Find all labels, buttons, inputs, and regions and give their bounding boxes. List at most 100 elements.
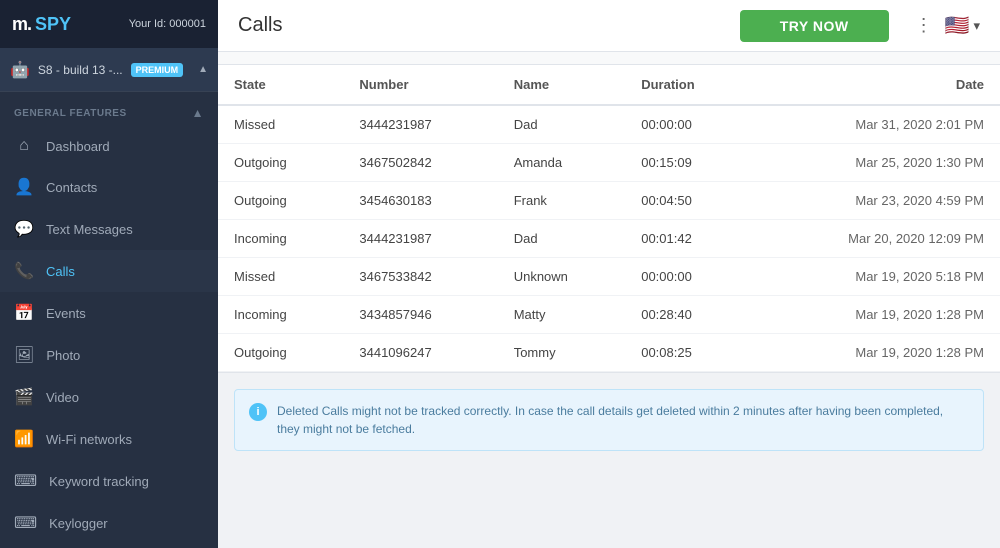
nav-items: ⌂ Dashboard 👤 Contacts 💬 Text Messages 📞… [0,126,218,548]
sidebar-item-video[interactable]: 🎬 Video [0,376,218,418]
sidebar: m. SPY Your Id: 000001 🤖 S8 - build 13 -… [0,0,218,548]
device-name: S8 - build 13 -... [38,63,123,77]
cell-state: Outgoing [218,144,343,182]
keylogger-icon: ⌨ [14,513,37,533]
table-row: Outgoing 3454630183 Frank 00:04:50 Mar 2… [218,182,1000,220]
cell-date: Mar 19, 2020 5:18 PM [752,258,1000,296]
events-icon: 📅 [14,303,34,323]
contacts-icon: 👤 [14,177,34,197]
info-text: Deleted Calls might not be tracked corre… [277,402,969,438]
top-bar: Calls TRY NOW ⋮ 🇺🇸 ▾ [218,0,1000,52]
sidebar-item-wifi-networks[interactable]: 📶 Wi-Fi networks [0,418,218,460]
col-duration: Duration [625,65,751,105]
sidebar-item-label: Wi-Fi networks [46,432,132,447]
cell-name: Tommy [498,334,626,372]
sidebar-item-contacts[interactable]: 👤 Contacts [0,166,218,208]
general-features-label: GENERAL FEATURES [14,108,127,119]
cell-name: Dad [498,220,626,258]
sidebar-item-label: Text Messages [46,222,133,237]
general-features-section: GENERAL FEATURES ▲ [0,92,218,126]
cell-state: Missed [218,105,343,144]
cell-number: 3454630183 [343,182,497,220]
page-title: Calls [238,14,282,37]
sidebar-header: m. SPY Your Id: 000001 [0,0,218,48]
dashboard-icon: ⌂ [14,137,34,155]
table-row: Incoming 3434857946 Matty 00:28:40 Mar 1… [218,296,1000,334]
cell-date: Mar 23, 2020 4:59 PM [752,182,1000,220]
cell-state: Outgoing [218,182,343,220]
table-row: Outgoing 3441096247 Tommy 00:08:25 Mar 1… [218,334,1000,372]
scroll-top-row [218,52,1000,65]
photo-icon: 🖼 [14,345,34,365]
logo: m. SPY [12,14,71,35]
sidebar-item-events[interactable]: 📅 Events [0,292,218,334]
table-body: Missed 3444231987 Dad 00:00:00 Mar 31, 2… [218,105,1000,372]
video-icon: 🎬 [14,387,34,407]
sidebar-item-text-messages[interactable]: 💬 Text Messages [0,208,218,250]
cell-duration: 00:00:00 [625,258,751,296]
cell-state: Incoming [218,220,343,258]
cell-duration: 00:08:25 [625,334,751,372]
text-messages-icon: 💬 [14,219,34,239]
sidebar-item-dashboard[interactable]: ⌂ Dashboard [0,126,218,166]
info-bar: i Deleted Calls might not be tracked cor… [234,389,984,451]
sidebar-item-installed-apps[interactable]: 📱 Installed APPs [0,544,218,548]
cell-name: Frank [498,182,626,220]
content-area: State Number Name Duration Date Missed 3… [218,52,1000,548]
cell-name: Dad [498,105,626,144]
premium-badge: PREMIUM [131,63,184,77]
sidebar-item-photo[interactable]: 🖼 Photo [0,334,218,376]
table-row: Missed 3444231987 Dad 00:00:00 Mar 31, 2… [218,105,1000,144]
sidebar-item-keyword-tracking[interactable]: ⌨ Keyword tracking [0,460,218,502]
sidebar-item-label: Calls [46,264,75,279]
logo-m: m. [12,14,31,35]
sidebar-item-label: Video [46,390,79,405]
cell-date: Mar 19, 2020 1:28 PM [752,296,1000,334]
cell-name: Unknown [498,258,626,296]
cell-state: Outgoing [218,334,343,372]
col-state: State [218,65,343,105]
flag-icon: 🇺🇸 [945,13,970,38]
device-bar[interactable]: 🤖 S8 - build 13 -... PREMIUM ▲ [0,48,218,92]
table-row: Incoming 3444231987 Dad 00:01:42 Mar 20,… [218,220,1000,258]
col-name: Name [498,65,626,105]
cell-state: Incoming [218,296,343,334]
sidebar-item-label: Keyword tracking [49,474,149,489]
cell-date: Mar 19, 2020 1:28 PM [752,334,1000,372]
wifi-networks-icon: 📶 [14,429,34,449]
col-number: Number [343,65,497,105]
more-options-icon[interactable]: ⋮ [915,15,935,36]
main-content: Calls TRY NOW ⋮ 🇺🇸 ▾ State Number Name D… [218,0,1000,548]
chevron-up-icon[interactable]: ▲ [192,106,204,120]
sidebar-item-label: Keylogger [49,516,108,531]
table-header: State Number Name Duration Date [218,65,1000,105]
sidebar-item-label: Dashboard [46,139,110,154]
top-bar-actions: ⋮ 🇺🇸 ▾ [915,13,980,38]
sidebar-item-label: Events [46,306,86,321]
cell-state: Missed [218,258,343,296]
android-icon: 🤖 [10,60,30,80]
cell-duration: 00:28:40 [625,296,751,334]
cell-duration: 00:04:50 [625,182,751,220]
scroll-indicator: ▲ [198,64,208,75]
cell-name: Matty [498,296,626,334]
language-selector[interactable]: 🇺🇸 ▾ [945,13,980,38]
sidebar-item-keylogger[interactable]: ⌨ Keylogger [0,502,218,544]
cell-name: Amanda [498,144,626,182]
sidebar-item-label: Photo [46,348,80,363]
try-now-button[interactable]: TRY NOW [740,10,889,42]
table-row: Outgoing 3467502842 Amanda 00:15:09 Mar … [218,144,1000,182]
cell-number: 3444231987 [343,105,497,144]
cell-number: 3467502842 [343,144,497,182]
info-icon: i [249,403,267,421]
calls-table-container: State Number Name Duration Date Missed 3… [218,65,1000,373]
chevron-down-icon: ▾ [973,18,980,34]
sidebar-item-calls[interactable]: 📞 Calls [0,250,218,292]
cell-duration: 00:15:09 [625,144,751,182]
cell-number: 3434857946 [343,296,497,334]
user-id: Your Id: 000001 [129,18,206,30]
calls-icon: 📞 [14,261,34,281]
cell-number: 3444231987 [343,220,497,258]
cell-duration: 00:01:42 [625,220,751,258]
sidebar-item-label: Contacts [46,180,97,195]
